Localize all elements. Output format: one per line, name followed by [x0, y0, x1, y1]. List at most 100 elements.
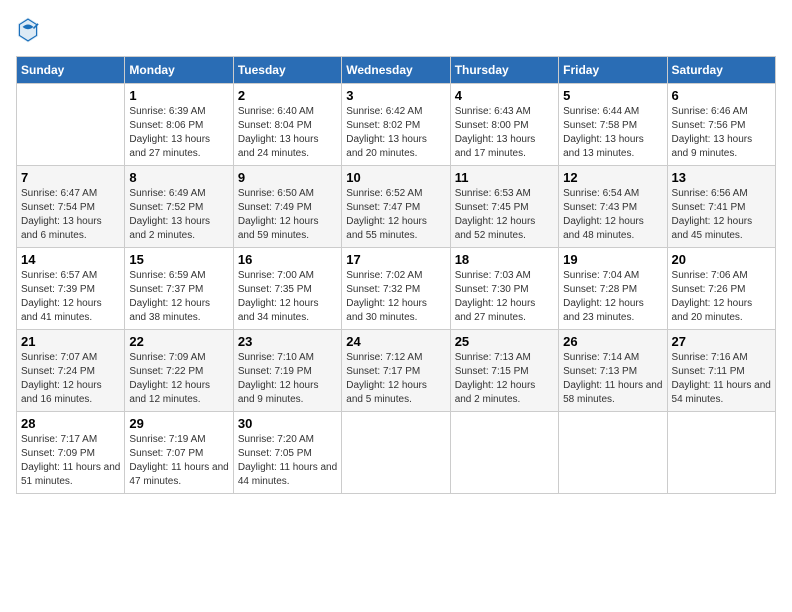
calendar-cell: 20 Sunrise: 7:06 AM Sunset: 7:26 PM Dayli… — [667, 248, 775, 330]
day-number: 5 — [563, 88, 662, 103]
calendar-cell: 30 Sunrise: 7:20 AM Sunset: 7:05 PM Dayli… — [233, 412, 341, 494]
day-info: Sunrise: 6:52 AM Sunset: 7:47 PM Dayligh… — [346, 187, 445, 243]
calendar-week-row: 28 Sunrise: 7:17 AM Sunset: 7:09 PM Dayli… — [17, 412, 776, 494]
calendar-cell: 6 Sunrise: 6:46 AM Sunset: 7:56 PM Daylig… — [667, 84, 775, 166]
calendar-cell: 29 Sunrise: 7:19 AM Sunset: 7:07 PM Dayli… — [125, 412, 233, 494]
calendar-cell: 9Sunrise: 6:50 AM Sunset: 7:49 PM Daylig… — [233, 166, 341, 248]
header-tuesday: Tuesday — [233, 57, 341, 84]
day-info: Sunrise: 7:07 AM Sunset: 7:24 PM Dayligh… — [21, 351, 120, 407]
day-info: Sunrise: 7:09 AM Sunset: 7:22 PM Dayligh… — [129, 351, 228, 407]
day-number: 26 — [563, 334, 662, 349]
header-thursday: Thursday — [450, 57, 558, 84]
day-info: Sunrise: 6:59 AM Sunset: 7:37 PM Dayligh… — [129, 269, 228, 325]
day-number: 6 — [672, 88, 771, 103]
header-wednesday: Wednesday — [342, 57, 450, 84]
day-info: Sunrise: 7:06 AM Sunset: 7:26 PM Dayligh… — [672, 269, 771, 325]
day-number: 2 — [238, 88, 337, 103]
calendar-body: 1 Sunrise: 6:39 AM Sunset: 8:06 PM Daylig… — [17, 84, 776, 494]
day-info: Sunrise: 7:17 AM Sunset: 7:09 PM Dayligh… — [21, 433, 120, 489]
day-info: Sunrise: 7:00 AM Sunset: 7:35 PM Dayligh… — [238, 269, 337, 325]
day-info: Sunrise: 6:53 AM Sunset: 7:45 PM Dayligh… — [455, 187, 554, 243]
day-number: 4 — [455, 88, 554, 103]
day-number: 22 — [129, 334, 228, 349]
calendar-cell: 17 Sunrise: 7:02 AM Sunset: 7:32 PM Dayli… — [342, 248, 450, 330]
day-number: 12 — [563, 170, 662, 185]
calendar-cell: 11 Sunrise: 6:53 AM Sunset: 7:45 PM Dayli… — [450, 166, 558, 248]
day-number: 9 — [238, 170, 337, 185]
day-info: Sunrise: 6:39 AM Sunset: 8:06 PM Dayligh… — [129, 105, 228, 161]
calendar-table: Sunday Monday Tuesday Wednesday Thursday… — [16, 56, 776, 494]
day-number: 16 — [238, 252, 337, 267]
calendar-cell: 28 Sunrise: 7:17 AM Sunset: 7:09 PM Dayli… — [17, 412, 125, 494]
day-number: 25 — [455, 334, 554, 349]
day-info: Sunrise: 7:02 AM Sunset: 7:32 PM Dayligh… — [346, 269, 445, 325]
day-info: Sunrise: 7:14 AM Sunset: 7:13 PM Dayligh… — [563, 351, 662, 407]
day-number: 20 — [672, 252, 771, 267]
day-info: Sunrise: 7:13 AM Sunset: 7:15 PM Dayligh… — [455, 351, 554, 407]
day-number: 29 — [129, 416, 228, 431]
calendar-week-row: 1 Sunrise: 6:39 AM Sunset: 8:06 PM Daylig… — [17, 84, 776, 166]
calendar-cell: 10Sunrise: 6:52 AM Sunset: 7:47 PM Dayli… — [342, 166, 450, 248]
calendar-cell — [667, 412, 775, 494]
day-number: 15 — [129, 252, 228, 267]
calendar-cell — [17, 84, 125, 166]
calendar-cell: 24 Sunrise: 7:12 AM Sunset: 7:17 PM Dayli… — [342, 330, 450, 412]
day-number: 24 — [346, 334, 445, 349]
calendar-cell: 12 Sunrise: 6:54 AM Sunset: 7:43 PM Dayli… — [559, 166, 667, 248]
calendar-cell: 22 Sunrise: 7:09 AM Sunset: 7:22 PM Dayli… — [125, 330, 233, 412]
day-info: Sunrise: 6:42 AM Sunset: 8:02 PM Dayligh… — [346, 105, 445, 161]
day-info: Sunrise: 7:20 AM Sunset: 7:05 PM Dayligh… — [238, 433, 337, 489]
day-info: Sunrise: 6:47 AM Sunset: 7:54 PM Dayligh… — [21, 187, 120, 243]
calendar-cell: 4 Sunrise: 6:43 AM Sunset: 8:00 PM Daylig… — [450, 84, 558, 166]
day-number: 7 — [21, 170, 120, 185]
calendar-cell: 2 Sunrise: 6:40 AM Sunset: 8:04 PM Daylig… — [233, 84, 341, 166]
day-number: 19 — [563, 252, 662, 267]
day-number: 30 — [238, 416, 337, 431]
day-info: Sunrise: 7:12 AM Sunset: 7:17 PM Dayligh… — [346, 351, 445, 407]
day-info: Sunrise: 7:04 AM Sunset: 7:28 PM Dayligh… — [563, 269, 662, 325]
calendar-cell: 26 Sunrise: 7:14 AM Sunset: 7:13 PM Dayli… — [559, 330, 667, 412]
calendar-week-row: 7 Sunrise: 6:47 AM Sunset: 7:54 PM Daylig… — [17, 166, 776, 248]
header-sunday: Sunday — [17, 57, 125, 84]
calendar-cell: 3 Sunrise: 6:42 AM Sunset: 8:02 PM Daylig… — [342, 84, 450, 166]
calendar-cell: 21 Sunrise: 7:07 AM Sunset: 7:24 PM Dayli… — [17, 330, 125, 412]
calendar-week-row: 14Sunrise: 6:57 AM Sunset: 7:39 PM Dayli… — [17, 248, 776, 330]
day-info: Sunrise: 6:56 AM Sunset: 7:41 PM Dayligh… — [672, 187, 771, 243]
day-number: 21 — [21, 334, 120, 349]
calendar-cell: 5Sunrise: 6:44 AM Sunset: 7:58 PM Daylig… — [559, 84, 667, 166]
day-info: Sunrise: 7:19 AM Sunset: 7:07 PM Dayligh… — [129, 433, 228, 489]
day-info: Sunrise: 6:46 AM Sunset: 7:56 PM Dayligh… — [672, 105, 771, 161]
day-number: 8 — [129, 170, 228, 185]
day-number: 1 — [129, 88, 228, 103]
logo-icon — [16, 16, 40, 44]
calendar-cell — [450, 412, 558, 494]
calendar-header-row: Sunday Monday Tuesday Wednesday Thursday… — [17, 57, 776, 84]
day-info: Sunrise: 6:57 AM Sunset: 7:39 PM Dayligh… — [21, 269, 120, 325]
calendar-cell: 15 Sunrise: 6:59 AM Sunset: 7:37 PM Dayli… — [125, 248, 233, 330]
day-info: Sunrise: 7:10 AM Sunset: 7:19 PM Dayligh… — [238, 351, 337, 407]
calendar-cell: 27Sunrise: 7:16 AM Sunset: 7:11 PM Dayli… — [667, 330, 775, 412]
day-info: Sunrise: 6:43 AM Sunset: 8:00 PM Dayligh… — [455, 105, 554, 161]
day-number: 28 — [21, 416, 120, 431]
day-number: 17 — [346, 252, 445, 267]
day-info: Sunrise: 6:54 AM Sunset: 7:43 PM Dayligh… — [563, 187, 662, 243]
calendar-cell: 19 Sunrise: 7:04 AM Sunset: 7:28 PM Dayli… — [559, 248, 667, 330]
calendar-cell: 13Sunrise: 6:56 AM Sunset: 7:41 PM Dayli… — [667, 166, 775, 248]
logo — [16, 16, 44, 44]
header-friday: Friday — [559, 57, 667, 84]
calendar-cell: 18 Sunrise: 7:03 AM Sunset: 7:30 PM Dayli… — [450, 248, 558, 330]
calendar-cell — [342, 412, 450, 494]
header-saturday: Saturday — [667, 57, 775, 84]
calendar-cell: 8 Sunrise: 6:49 AM Sunset: 7:52 PM Daylig… — [125, 166, 233, 248]
day-number: 18 — [455, 252, 554, 267]
calendar-cell: 7 Sunrise: 6:47 AM Sunset: 7:54 PM Daylig… — [17, 166, 125, 248]
day-number: 3 — [346, 88, 445, 103]
calendar-cell: 16 Sunrise: 7:00 AM Sunset: 7:35 PM Dayli… — [233, 248, 341, 330]
day-info: Sunrise: 7:16 AM Sunset: 7:11 PM Dayligh… — [672, 351, 771, 407]
day-info: Sunrise: 7:03 AM Sunset: 7:30 PM Dayligh… — [455, 269, 554, 325]
calendar-week-row: 21 Sunrise: 7:07 AM Sunset: 7:24 PM Dayli… — [17, 330, 776, 412]
day-number: 11 — [455, 170, 554, 185]
day-info: Sunrise: 6:40 AM Sunset: 8:04 PM Dayligh… — [238, 105, 337, 161]
page-header — [16, 16, 776, 44]
day-info: Sunrise: 6:49 AM Sunset: 7:52 PM Dayligh… — [129, 187, 228, 243]
